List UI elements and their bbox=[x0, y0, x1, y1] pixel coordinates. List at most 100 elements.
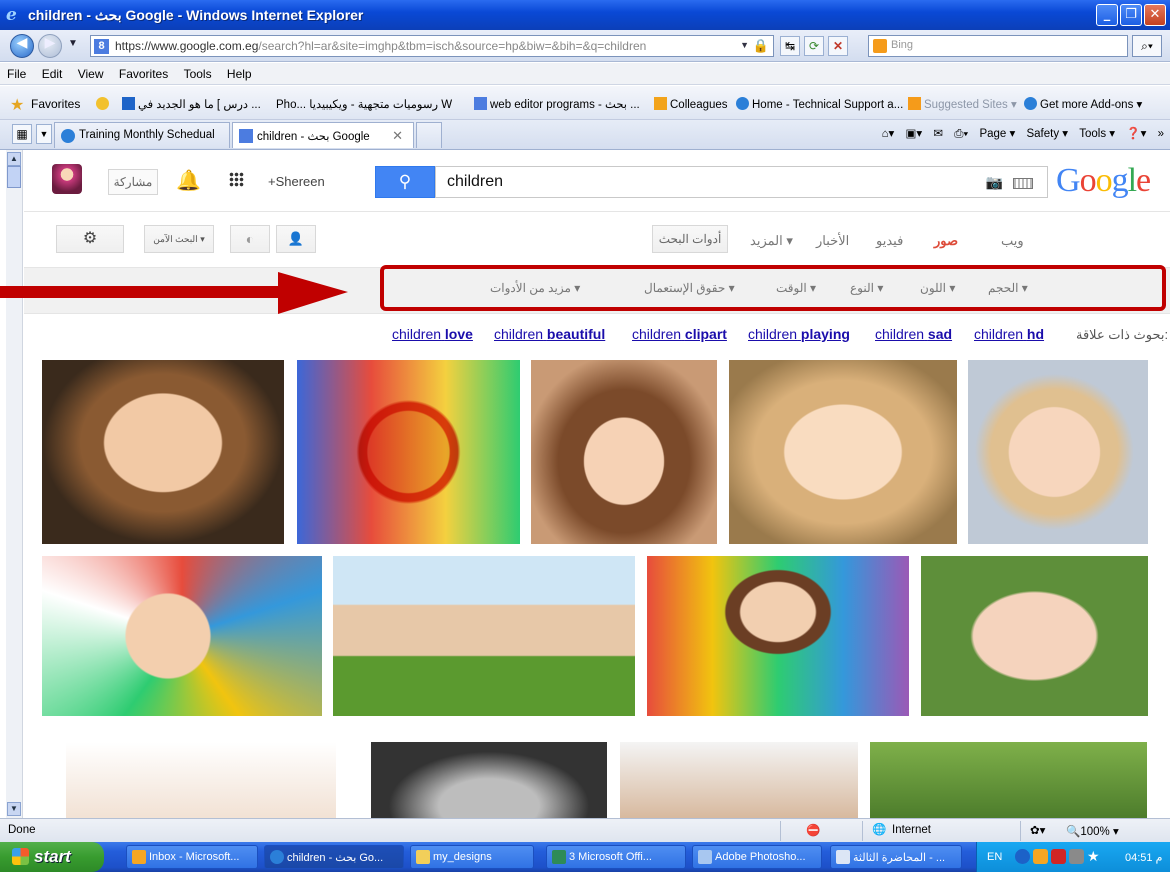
google-plus-user-link[interactable]: +Shereen bbox=[268, 174, 325, 189]
feeds-icon[interactable]: ▣▾ bbox=[906, 128, 923, 140]
new-tab-button[interactable] bbox=[416, 122, 442, 148]
image-result-10[interactable] bbox=[66, 742, 336, 818]
vertical-scrollbar[interactable]: ▲ ▼ bbox=[6, 150, 23, 818]
maximize-button[interactable]: ❐ bbox=[1120, 4, 1142, 26]
menu-favorites[interactable]: Favorites bbox=[113, 63, 174, 81]
related-link-sad[interactable]: children sad bbox=[875, 326, 952, 342]
safe-search-dropdown[interactable]: البحث الآمن ▾ bbox=[144, 225, 214, 253]
taskbar-item-inbox[interactable]: Inbox - Microsoft... bbox=[126, 845, 258, 869]
bing-search-box[interactable]: Bing bbox=[868, 35, 1128, 57]
camera-icon[interactable]: 📷 bbox=[986, 174, 1003, 191]
help-icon[interactable]: ❓▾ bbox=[1126, 128, 1146, 140]
share-button[interactable]: مشاركة bbox=[108, 169, 158, 195]
tools-menu[interactable]: Tools ▾ bbox=[1079, 128, 1115, 140]
image-result-8[interactable] bbox=[647, 556, 909, 716]
back-button[interactable]: ◀ bbox=[10, 34, 34, 58]
tab-training-schedule[interactable]: Training Monthly Schedual bbox=[54, 122, 230, 148]
image-result-12[interactable] bbox=[620, 742, 858, 818]
nav-videos[interactable]: فيديو bbox=[876, 233, 903, 249]
close-button[interactable]: ✕ bbox=[1144, 4, 1166, 26]
fav-item-7[interactable]: Get more Add-ons ▾ bbox=[1024, 97, 1142, 111]
language-indicator[interactable]: EN bbox=[987, 851, 1002, 863]
menu-tools[interactable]: Tools bbox=[178, 63, 218, 81]
search-tools-button[interactable]: أدوات البحث bbox=[652, 225, 728, 253]
image-result-3[interactable] bbox=[531, 360, 717, 544]
bell-icon[interactable]: 🔔 bbox=[176, 168, 201, 193]
tray-outlook-icon[interactable] bbox=[1033, 849, 1048, 864]
related-link-beautiful[interactable]: children beautiful bbox=[494, 326, 605, 342]
image-result-5[interactable] bbox=[968, 360, 1148, 544]
nav-news[interactable]: الأخبار bbox=[816, 233, 849, 249]
fav-item-2[interactable]: Pho... رسوميات متجهية - ويكيبيديا W bbox=[276, 97, 466, 111]
taskbar-item-photoshop[interactable]: Adobe Photosho... bbox=[692, 845, 822, 869]
related-link-playing[interactable]: children playing bbox=[748, 326, 850, 342]
image-result-9[interactable] bbox=[921, 556, 1148, 716]
more-icon[interactable]: » bbox=[1158, 128, 1164, 140]
menu-edit[interactable]: Edit bbox=[36, 63, 69, 81]
zoom-level[interactable]: 🔍100% ▾ bbox=[1066, 824, 1119, 838]
compatibility-view-icon[interactable]: ↹ bbox=[780, 36, 800, 56]
scroll-up-icon[interactable]: ▲ bbox=[7, 152, 21, 166]
search-button[interactable]: ⚲ bbox=[375, 166, 435, 198]
favorites-label[interactable]: Favorites bbox=[31, 97, 80, 111]
minimize-button[interactable]: _ bbox=[1096, 4, 1118, 26]
menu-view[interactable]: View bbox=[72, 63, 110, 81]
url-dropdown-icon[interactable]: ▼ bbox=[740, 40, 749, 50]
apps-grid-icon[interactable] bbox=[229, 172, 244, 187]
image-result-13[interactable] bbox=[870, 742, 1147, 818]
safety-menu[interactable]: Safety ▾ bbox=[1026, 128, 1068, 140]
related-link-hd[interactable]: children hd bbox=[974, 326, 1044, 342]
avatar[interactable] bbox=[52, 164, 82, 194]
image-result-4[interactable] bbox=[729, 360, 957, 544]
image-result-7[interactable] bbox=[333, 556, 635, 716]
personal-results-button[interactable]: 👤 bbox=[276, 225, 316, 253]
tab-close-icon[interactable]: ✕ bbox=[392, 128, 403, 144]
tray-antivirus-icon[interactable] bbox=[1051, 849, 1066, 864]
tab-children-search[interactable]: children - بحث Google ✕ bbox=[232, 122, 414, 148]
menu-file[interactable]: File bbox=[0, 63, 32, 81]
image-result-1[interactable] bbox=[42, 360, 284, 544]
scroll-thumb[interactable] bbox=[7, 166, 21, 188]
keyboard-icon[interactable] bbox=[1013, 178, 1033, 189]
image-result-2[interactable] bbox=[297, 360, 520, 544]
search-go-button[interactable]: ⌕▾ bbox=[1132, 35, 1162, 57]
nav-more[interactable]: المزيد ▾ bbox=[750, 233, 793, 249]
print-icon[interactable]: ⎙▾ bbox=[954, 128, 968, 140]
refresh-icon[interactable]: ⟳ bbox=[804, 36, 824, 56]
scroll-down-icon[interactable]: ▼ bbox=[7, 802, 21, 816]
tray-back-icon[interactable] bbox=[1015, 849, 1030, 864]
nav-web[interactable]: ويب bbox=[1001, 233, 1024, 249]
forward-button[interactable]: ▶ bbox=[38, 34, 62, 58]
globe-button[interactable]: ◐ bbox=[230, 225, 270, 253]
google-logo[interactable]: Google bbox=[1056, 162, 1151, 200]
url-input[interactable]: 8 https://www.google.com.eg/search?hl=ar… bbox=[90, 35, 774, 57]
related-link-love[interactable]: children love bbox=[392, 326, 473, 342]
tab-list-icon[interactable]: ▼ bbox=[36, 124, 52, 144]
fav-item-4[interactable]: Colleagues bbox=[654, 97, 728, 111]
taskbar-item-office[interactable]: 3 Microsoft Offi... bbox=[546, 845, 686, 869]
zoom-options-icon[interactable]: ✿▾ bbox=[1030, 823, 1045, 837]
start-button[interactable]: start bbox=[0, 842, 104, 872]
related-link-clipart[interactable]: children clipart bbox=[632, 326, 727, 342]
stop-icon[interactable]: ✕ bbox=[828, 36, 848, 56]
search-input[interactable]: children 📷 bbox=[435, 166, 1048, 198]
add-favorite-icon[interactable] bbox=[96, 97, 112, 111]
mail-icon[interactable]: ✉ bbox=[933, 128, 943, 140]
menu-help[interactable]: Help bbox=[221, 63, 258, 81]
taskbar-item-word[interactable]: المحاضرة الثالثة - ... bbox=[830, 845, 962, 869]
nav-images[interactable]: صور bbox=[934, 233, 958, 249]
settings-button[interactable]: ⚙ bbox=[56, 225, 124, 253]
taskbar-item-folder[interactable]: my_designs bbox=[410, 845, 534, 869]
lock-icon[interactable]: 🔒 bbox=[753, 38, 769, 54]
taskbar-item-ie[interactable]: children - بحث Go... bbox=[264, 845, 404, 869]
tray-star-icon[interactable]: ★ bbox=[1087, 849, 1102, 864]
fav-item-3[interactable]: web editor programs - بحث ... bbox=[474, 97, 640, 111]
page-menu[interactable]: Page ▾ bbox=[979, 128, 1015, 140]
favorites-star-icon[interactable]: ★ bbox=[10, 95, 24, 115]
tray-network-icon[interactable] bbox=[1069, 849, 1084, 864]
fav-item-6[interactable]: Suggested Sites ▾ bbox=[908, 97, 1017, 111]
recent-pages-dropdown-icon[interactable]: ▼ bbox=[68, 38, 78, 49]
image-result-6[interactable] bbox=[42, 556, 322, 716]
fav-item-5[interactable]: Home - Technical Support a... bbox=[736, 97, 903, 111]
home-icon[interactable]: ⌂▾ bbox=[882, 128, 895, 140]
